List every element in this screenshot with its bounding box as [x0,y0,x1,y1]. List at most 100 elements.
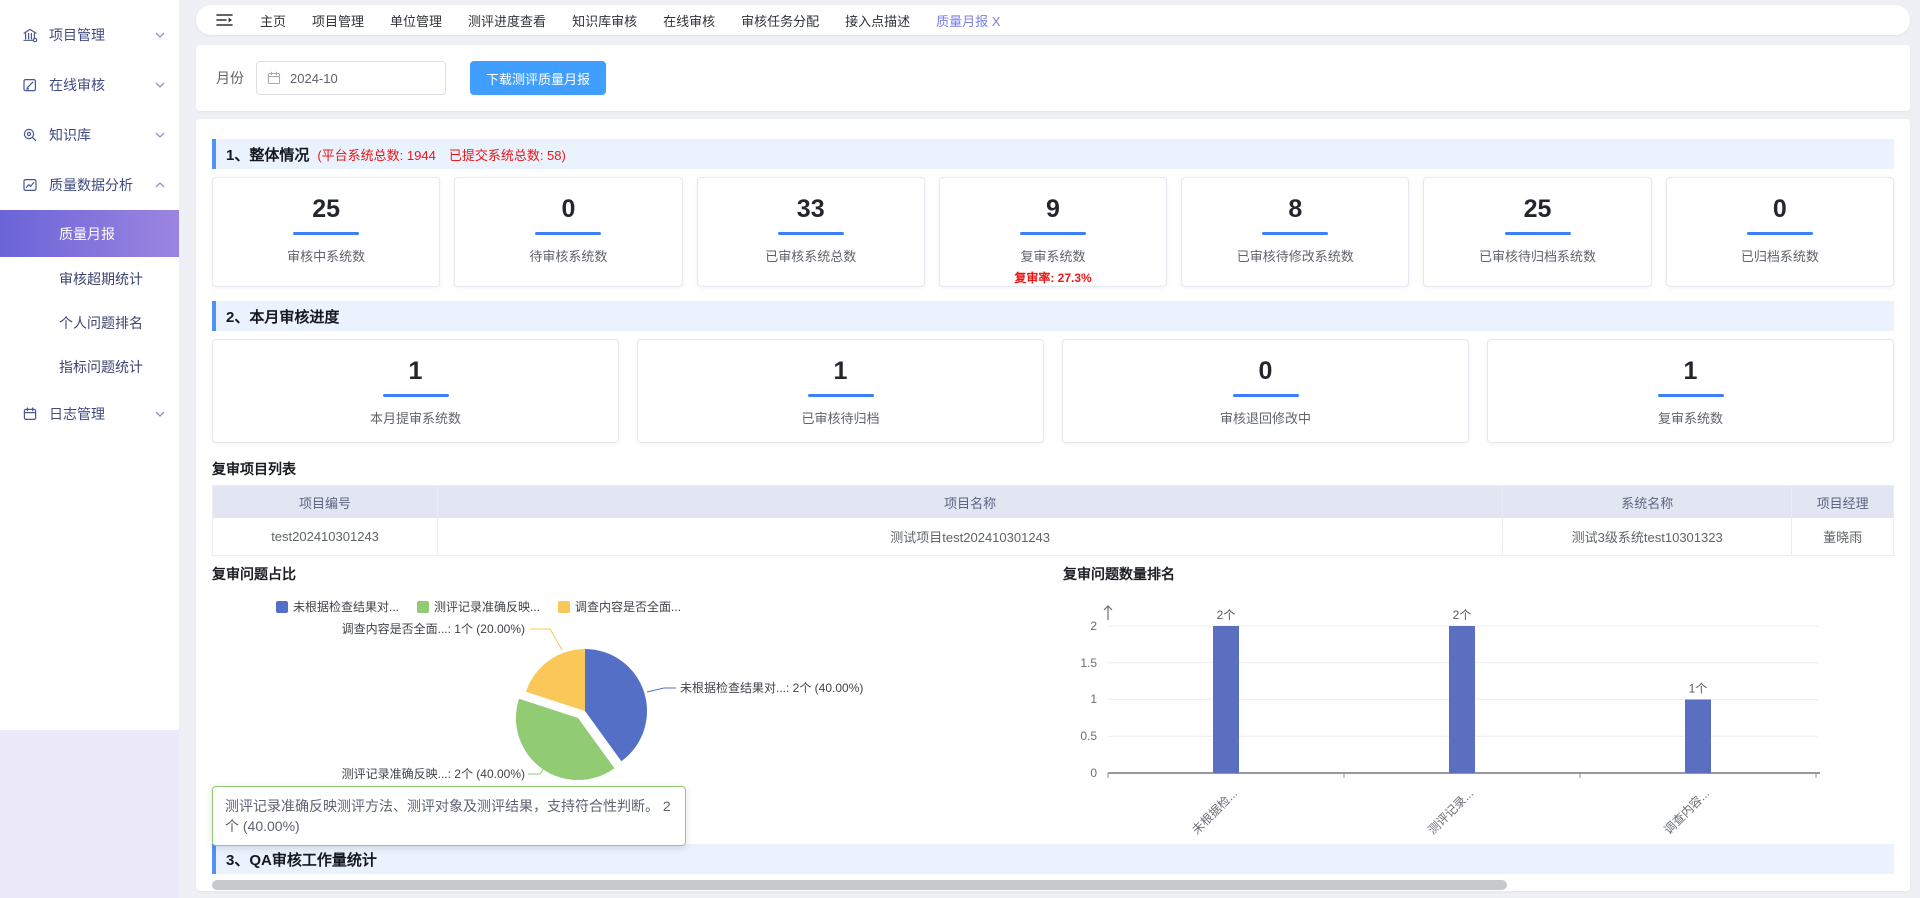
tab-evaluation-progress[interactable]: 测评进度查看 [468,11,546,30]
re-review-issue-ratio-chart: 复审问题占比 未根据检查结果对... 测评记录准确反映... 调查内容是否全面.… [212,564,1063,836]
x-category-label: 未根据检... [1188,786,1240,838]
stat-value: 9 [940,195,1166,223]
x-axis-ticks [1108,773,1816,778]
tab-review-task-assignment[interactable]: 审核任务分配 [741,11,819,30]
month-picker[interactable] [256,61,446,95]
table-header-row: 项目编号 项目名称 系统名称 项目经理 [213,486,1893,518]
collapse-menu-icon[interactable] [216,13,234,27]
legend-item-0[interactable]: 未根据检查结果对... [276,598,399,615]
tab-online-review[interactable]: 在线审核 [663,11,715,30]
stat-card-reviewed-to-modify: 8 已审核待修改系统数 [1181,177,1409,287]
calendar-icon [267,71,281,85]
pie-tooltip: 测评记录准确反映测评方法、测评对象及测评结果，支持符合性判断。 2个 (40.0… [212,786,686,846]
stat-label: 复审系统数 [1488,408,1893,427]
stat-card-pending-review: 0待审核系统数 [454,177,682,287]
pie-label-survey: 调查内容是否全面...: 1个 (20.00%) [342,621,525,636]
chevron-down-icon [155,82,165,88]
bar-chart-svg: 0 0.5 1 1.5 2 2个 2个 1个 未根据 [1063,592,1843,842]
sidebar-subitem-indicator-issue-stats[interactable]: 指标问题统计 [0,345,179,389]
y-tick: 1.5 [1080,656,1097,670]
stat-card-reviewed-to-archive: 25已审核待归档系统数 [1423,177,1651,287]
stat-label: 已审核系统总数 [698,246,924,265]
sidebar-item-label: 质量数据分析 [49,175,155,195]
sidebar-item-online-review[interactable]: 在线审核 [0,60,179,110]
tab-knowledge-review[interactable]: 知识库审核 [572,11,637,30]
stat-card-archived: 0 已归档系统数 [1666,177,1894,287]
bar-survey-complete[interactable] [1685,700,1711,774]
tab-unit-management[interactable]: 单位管理 [390,11,442,30]
sidebar-subitem-label: 个人问题排名 [59,313,143,333]
chart-doc-icon [22,177,39,194]
stat-card-re-review-systems: 1 复审系统数 [1487,339,1894,443]
sidebar-item-quality-data-analysis[interactable]: 质量数据分析 [0,160,179,210]
tab-quality-monthly-report-active[interactable]: 质量月报 X [936,11,1000,30]
bar-value-label: 2个 [1453,608,1472,622]
stat-value: 25 [213,195,439,223]
sidebar: 项目管理 在线审核 知识库 质量数据分析 质量月报 审核超期统计 [0,0,180,898]
pie-chart-svg: 调查内容是否全面...: 1个 (20.00%) 未根据检查结果对...: 2个… [212,617,892,789]
stat-underline [1233,394,1299,397]
stat-value: 0 [1667,195,1893,223]
cell-project-manager: 董晓雨 [1792,518,1893,555]
col-header-project-name: 项目名称 [438,486,1503,518]
quality-monthly-report-page: 项目管理 在线审核 知识库 质量数据分析 质量月报 审核超期统计 [0,0,1920,898]
stat-underline [808,394,874,397]
month-label: 月份 [216,68,244,88]
pie-label-line [647,688,676,692]
tab-access-point-description[interactable]: 接入点描述 [845,11,910,30]
re-review-table: 项目编号 项目名称 系统名称 项目经理 test202410301243 测试项… [212,485,1894,556]
sidebar-subitem-personal-issue-ranking[interactable]: 个人问题排名 [0,301,179,345]
stat-value: 1 [1488,357,1893,385]
bar-not-per-check[interactable] [1213,626,1239,773]
chevron-down-icon [155,411,165,417]
pie-label-not-per-check: 未根据检查结果对...: 2个 (40.00%) [680,680,863,695]
sidebar-subitem-quality-monthly-report[interactable]: 质量月报 [0,210,179,257]
chevron-down-icon [155,32,165,38]
bar-record-accurate[interactable] [1449,626,1475,773]
tab-home[interactable]: 主页 [260,11,286,30]
sidebar-item-project-management[interactable]: 项目管理 [0,10,179,60]
cell-project-name: 测试项目test202410301243 [438,518,1503,555]
section-header-monthly-progress: 2、本月审核进度 [212,301,1894,331]
stat-label: 已审核待归档 [638,408,1043,427]
legend-label: 调查内容是否全面... [575,598,681,615]
cell-project-id: test202410301243 [213,518,438,555]
stat-label: 已审核待修改系统数 [1182,246,1408,265]
search-knowledge-icon [22,127,39,144]
overall-stat-cards: 25审核中系统数 0待审核系统数 33已审核系统总数 9复审系统数复审率: 27… [212,177,1894,287]
stat-value: 0 [455,195,681,223]
month-input[interactable] [288,70,435,87]
download-report-button[interactable]: 下载测评质量月报 [470,61,606,95]
cell-system-name: 测试3级系统test10301323 [1503,518,1792,555]
stat-label: 本月提审系统数 [213,408,618,427]
sidebar-item-log-management[interactable]: 日志管理 [0,389,179,439]
sidebar-subitem-label: 质量月报 [59,224,115,244]
section-title: 2、本月审核进度 [226,306,339,327]
legend-item-2[interactable]: 调查内容是否全面... [558,598,681,615]
sidebar-item-knowledge-base[interactable]: 知识库 [0,110,179,160]
stat-label: 复审系统数 [940,246,1166,265]
sidebar-item-label: 项目管理 [49,25,155,45]
x-category-label: 测评记录... [1425,786,1476,837]
legend-label: 未根据检查结果对... [293,598,399,615]
section-header-qa-workload: 3、QA审核工作量统计 [212,844,1894,874]
stat-value: 8 [1182,195,1408,223]
stat-underline [1262,232,1328,235]
stat-value: 1 [638,357,1043,385]
stat-value: 0 [1063,357,1468,385]
sidebar-subitem-review-overdue-stats[interactable]: 审核超期统计 [0,257,179,301]
legend-swatch-icon [417,601,429,613]
legend-item-1[interactable]: 测评记录准确反映... [417,598,540,615]
stat-card-re-review: 9复审系统数复审率: 27.3% [939,177,1167,287]
scrollbar-thumb[interactable] [212,880,1507,890]
pie-slice-2[interactable] [526,649,585,711]
sidebar-item-label: 日志管理 [49,404,155,424]
stat-label: 审核退回修改中 [1063,408,1468,427]
section-title: 1、整体情况 [226,144,309,165]
tab-project-management[interactable]: 项目管理 [312,11,364,30]
monthly-progress-cards: 1 本月提审系统数 1 已审核待归档 0 审核退回修改中 1 复审系统数 [212,339,1894,443]
stat-value: 25 [1424,195,1650,223]
stat-label: 已归档系统数 [1667,246,1893,265]
table-row[interactable]: test202410301243 测试项目test202410301243 测试… [213,518,1893,555]
bar-value-label: 1个 [1689,682,1708,696]
